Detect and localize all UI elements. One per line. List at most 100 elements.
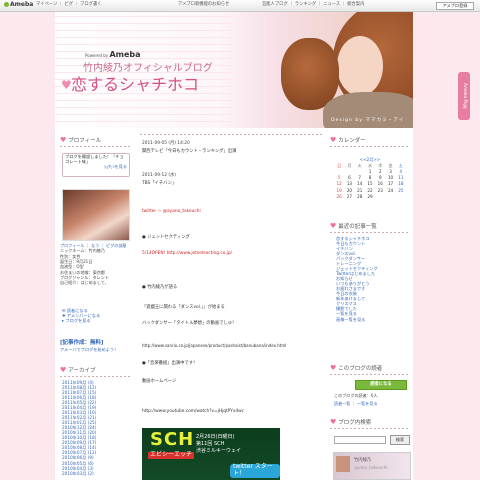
post-link[interactable]: http://www.youtube.com/watch?v=jHjqtPYx4…: [142, 409, 244, 415]
calendar-day[interactable]: 3: [385, 169, 395, 175]
record-title[interactable]: [記事作成：無料]: [60, 340, 104, 346]
calendar-day[interactable]: 15: [365, 182, 375, 187]
calendar-day[interactable]: 23: [375, 188, 385, 194]
register-button[interactable]: アメブロ登録: [436, 2, 474, 10]
calendar-day[interactable]: 21: [355, 188, 365, 194]
calendar-day[interactable]: 11: [396, 175, 406, 181]
profile-message-more-link[interactable]: ｼｮｳﾋﾝを見る: [65, 164, 127, 170]
top-nav[interactable]: マイページ ｜ ピグ ｜ ブログ書く: [36, 2, 102, 8]
heart-icon: ♥: [60, 136, 67, 144]
powered-by-ameba: Powered by Ameba: [85, 50, 141, 59]
divider: [330, 428, 410, 429]
divider: [60, 146, 132, 147]
calendar-day[interactable]: 4: [396, 169, 406, 175]
blog-subtitle: 竹内綾乃オフィシャルブログ: [83, 63, 213, 74]
record-subtitle[interactable]: アメーバでブログを始めよう！: [60, 347, 118, 353]
post-link[interactable]: http://www.sanrio.co.jp/japanese/product…: [142, 343, 286, 349]
calendar-day: [334, 170, 344, 175]
archive-item[interactable]: 2010年03月 (2): [62, 471, 134, 476]
calendar-day[interactable]: 6: [344, 175, 354, 181]
twitter-link[interactable]: twitter ☆ @ayano_takeuchi: [142, 209, 201, 215]
calendar-weekday: 火: [357, 162, 362, 168]
archive-heading-text: アーカイブ: [68, 368, 96, 374]
header-photo-face: [337, 36, 383, 96]
calendar-day[interactable]: 28: [355, 194, 365, 200]
banner-sub: エビシーエッチ: [148, 451, 195, 459]
calendar-weekday: 金: [388, 162, 393, 168]
banner-logo: SCH: [150, 429, 195, 450]
calendar-day[interactable]: 8: [365, 175, 375, 181]
calendar-day[interactable]: 14: [355, 182, 365, 187]
calendar-day[interactable]: 1: [365, 169, 375, 175]
heart-icon: ♥: [60, 366, 67, 374]
calendar-day[interactable]: 7: [355, 175, 365, 181]
calendar-day[interactable]: 2: [375, 169, 385, 175]
divider: [330, 232, 410, 233]
calendar-day[interactable]: 9: [375, 175, 385, 181]
calendar-day: [344, 170, 354, 175]
blog-title[interactable]: 恋するシャチホコ: [71, 75, 199, 94]
search-button[interactable]: 検索: [390, 435, 410, 445]
top-notice[interactable]: アメブロ新機能のお知らせ: [178, 2, 229, 8]
profile-message-balloon: ブログを開設しました！「チョコレート味」 ｼｮｳﾋﾝを見る: [62, 153, 130, 177]
calendar-day[interactable]: 22: [365, 188, 375, 194]
calendar-day[interactable]: 20: [344, 188, 354, 194]
banner-date: 2月26日(日曜日) 第11回 SCH 渋谷ミルキーウェイ: [196, 434, 241, 455]
search-input[interactable]: [334, 436, 386, 444]
heart-icon: ♥: [330, 136, 337, 144]
recent-image-link[interactable]: 画像一覧を見る: [336, 317, 410, 322]
calendar-day[interactable]: 17: [385, 182, 395, 187]
calendar-weekday: 月: [347, 162, 352, 168]
calendar-day[interactable]: 10: [385, 175, 395, 181]
calendar-nav[interactable]: <<2月>>: [334, 157, 406, 163]
profile-banner[interactable]: 竹内綾乃 ayano_takeuchi: [333, 452, 411, 480]
event-banner[interactable]: SCH エビシーエッチ 2月26日(日曜日) 第11回 SCH 渋谷ミルキーウェ…: [142, 428, 280, 480]
calendar-day[interactable]: 13: [344, 182, 354, 187]
archive-list: 2011年09月 (4) 2011年08月 (12) 2011年07月 (15)…: [62, 380, 134, 476]
archive-heading: ♥ アーカイブ: [60, 366, 95, 374]
powered-by-text: Powered by: [85, 53, 109, 58]
divider: [140, 134, 322, 135]
ameba-logo[interactable]: Ameba: [4, 1, 33, 9]
calendar-day[interactable]: 18: [396, 182, 406, 187]
profile-banner-sub: ayano_takeuchi: [354, 466, 388, 471]
profile-message: ブログを開設しました！「チョコレート味」: [65, 154, 124, 164]
calendar-day[interactable]: 29: [365, 194, 375, 200]
blog-header[interactable]: Powered by Ameba 竹内綾乃オフィシャルブログ ♥ 恋するシャチホ…: [55, 12, 413, 128]
calendar-day[interactable]: 12: [334, 182, 344, 187]
become-reader-button[interactable]: 読者になる: [355, 380, 407, 390]
post-line: ● 竹内綾乃が語る: [142, 285, 178, 290]
calendar-day[interactable]: 24: [385, 188, 395, 194]
calendar-day[interactable]: 26: [334, 194, 344, 200]
readers-links[interactable]: 読者一覧 ｜ 一覧を見る: [334, 401, 378, 407]
calendar-day[interactable]: 5: [334, 175, 344, 181]
view-blog-link[interactable]: ▸ ブログを見る: [62, 318, 100, 323]
ameba-logo-icon: [4, 2, 9, 7]
divider: [330, 374, 410, 375]
banner-twitter: twitter スタート！: [230, 463, 280, 478]
profile-banner-photo: [336, 456, 350, 472]
side-tab-pigg[interactable]: Ameba Pigg: [458, 72, 470, 120]
post-line: ●「音楽番組」出演中です！: [142, 361, 198, 366]
calendar-day[interactable]: 19: [334, 188, 344, 194]
search-heading-text: ブログ内検索: [338, 420, 372, 426]
post-date: 2011-09-12 (水): [142, 173, 176, 178]
post-title[interactable]: 関西テレビ「今日もカウント・ランキング」出演: [142, 149, 236, 155]
calendar-day: [355, 170, 365, 175]
heart-icon: ♥: [330, 364, 337, 372]
post-link[interactable]: 5/14OPEN! http://www.jetsetsecting.co.jp…: [142, 251, 232, 257]
calendar-heading-text: カレンダー: [338, 138, 366, 144]
top-right-links[interactable]: 芸能人ブログ ｜ ランキング ｜ ニュース ｜ 総合案内: [262, 2, 364, 8]
search-heading: ♥ ブログ内検索: [330, 418, 371, 426]
calendar-day[interactable]: 25: [396, 188, 406, 194]
calendar-day: [385, 195, 395, 200]
readers-count: このブログの読者：0人: [334, 393, 378, 398]
post-title[interactable]: TBS「イチバン」: [142, 181, 176, 187]
post-link-text: 5/14OPEN! http://www.jetsetsecting.co.jp…: [142, 251, 232, 256]
profile-heading-text: プロフィール: [68, 138, 102, 144]
calendar-day[interactable]: 27: [344, 194, 354, 200]
post-line: 「遊戯王に関わる「ダンスvol.」」が始まる: [142, 305, 225, 310]
profile-avatar[interactable]: [62, 189, 130, 241]
readers-heading: ♥ このブログの読者: [330, 364, 382, 372]
calendar-day[interactable]: 16: [375, 182, 385, 187]
